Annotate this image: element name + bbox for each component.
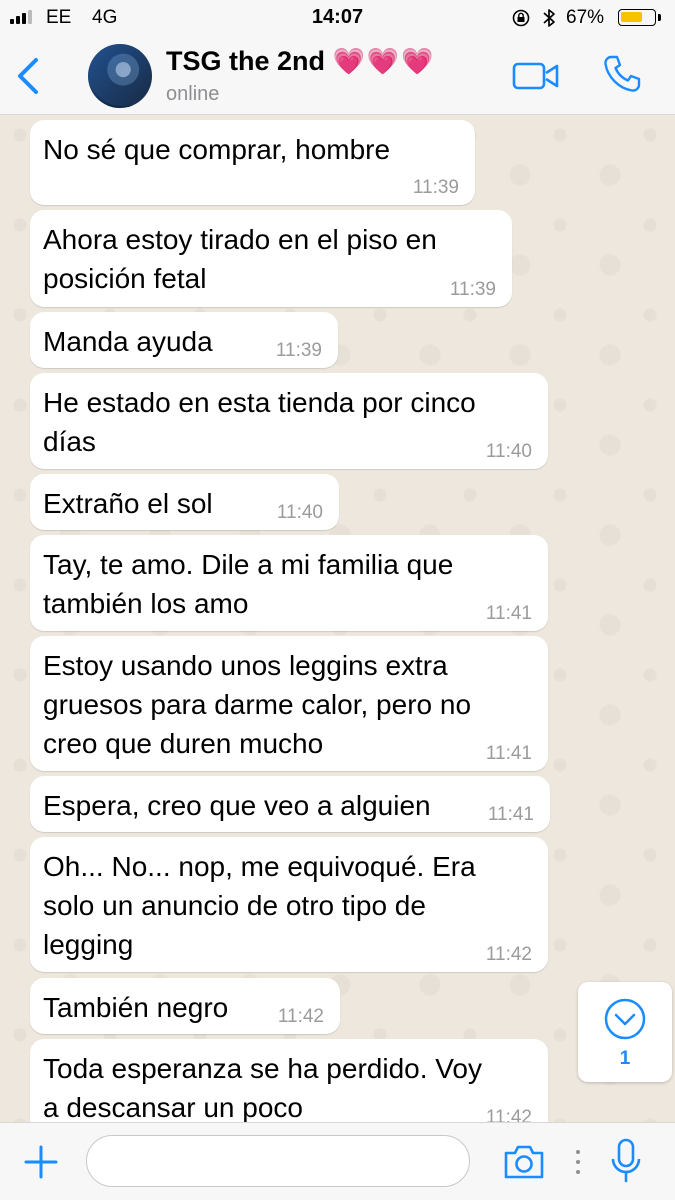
message-text: Estoy usando unos leggins extra gruesos … [43,650,472,759]
message-time: 11:40 [485,441,532,462]
battery-cap [658,14,661,21]
message-bubble[interactable]: Oh... No... nop, me equivoqué. Era solo … [30,837,548,972]
chevron-down-circle-icon [604,998,646,1040]
message-bubble[interactable]: También negro 11:42 [30,978,340,1034]
heart-emoji: 💗💗💗 [332,46,436,76]
message-composer [0,1122,675,1200]
message-text: No sé que comprar, hombre [43,134,391,165]
unread-count-badge: 1 [619,1048,631,1069]
message-bubble[interactable]: No sé que comprar, hombre 11:39 [30,120,475,205]
camera-icon[interactable] [502,1143,546,1181]
video-camera-icon[interactable] [512,60,560,92]
message-input[interactable] [86,1135,470,1187]
message-time: 11:41 [485,603,532,624]
phone-icon[interactable] [602,54,642,94]
microphone-icon[interactable] [610,1137,642,1185]
battery-percent: 67% [566,7,605,28]
message-bubble[interactable]: He estado en esta tienda por cinco días … [30,373,548,469]
message-bubble[interactable]: Estoy usando unos leggins extra gruesos … [30,636,548,771]
message-bubble[interactable]: Extraño el sol 11:40 [30,474,339,530]
message-bubble[interactable]: Manda ayuda 11:39 [30,312,338,368]
message-bubble[interactable]: Ahora estoy tirado en el piso en posició… [30,210,512,307]
message-time: 11:40 [276,502,323,523]
message-text: Oh... No... nop, me equivoqué. Era solo … [43,851,476,960]
contact-name-text: TSG the 2nd [166,46,326,76]
bluetooth-icon [543,9,555,27]
contact-status: online [166,83,220,105]
status-bar: EE 4G 14:07 67% [0,0,675,38]
message-bubble[interactable]: Toda esperanza se ha perdido. Voy a desc… [30,1039,548,1135]
back-chevron-icon[interactable] [14,56,44,96]
message-bubble[interactable]: Tay, te amo. Dile a mi familia que tambi… [30,535,548,631]
plus-icon[interactable] [24,1145,58,1179]
message-time: 11:39 [449,279,496,300]
battery-fill [621,12,642,22]
lock-rotation-icon [512,9,530,27]
message-time: 11:42 [277,1006,324,1027]
message-time: 11:42 [485,944,532,965]
message-text: He estado en esta tienda por cinco días [43,387,476,457]
message-text: Toda esperanza se ha perdido. Voy a desc… [43,1053,482,1123]
message-time: 11:39 [275,340,322,361]
message-bubble[interactable]: Espera, creo que veo a alguien 11:41 [30,776,550,832]
message-time: 11:41 [487,804,534,825]
chat-header: TSG the 2nd 💗💗💗 online [0,38,675,115]
message-time: 11:39 [412,177,459,198]
message-text: Espera, creo que veo a alguien [43,790,431,821]
scroll-to-bottom-button[interactable]: 1 [578,982,672,1082]
avatar[interactable] [88,44,152,108]
message-time: 11:41 [485,743,532,764]
message-text: Tay, te amo. Dile a mi familia que tambi… [43,549,454,619]
battery-icon [618,9,656,26]
contact-name[interactable]: TSG the 2nd 💗💗💗 [166,46,436,77]
message-text: Ahora estoy tirado en el piso en posició… [43,224,437,294]
more-dots-icon[interactable] [574,1149,582,1175]
